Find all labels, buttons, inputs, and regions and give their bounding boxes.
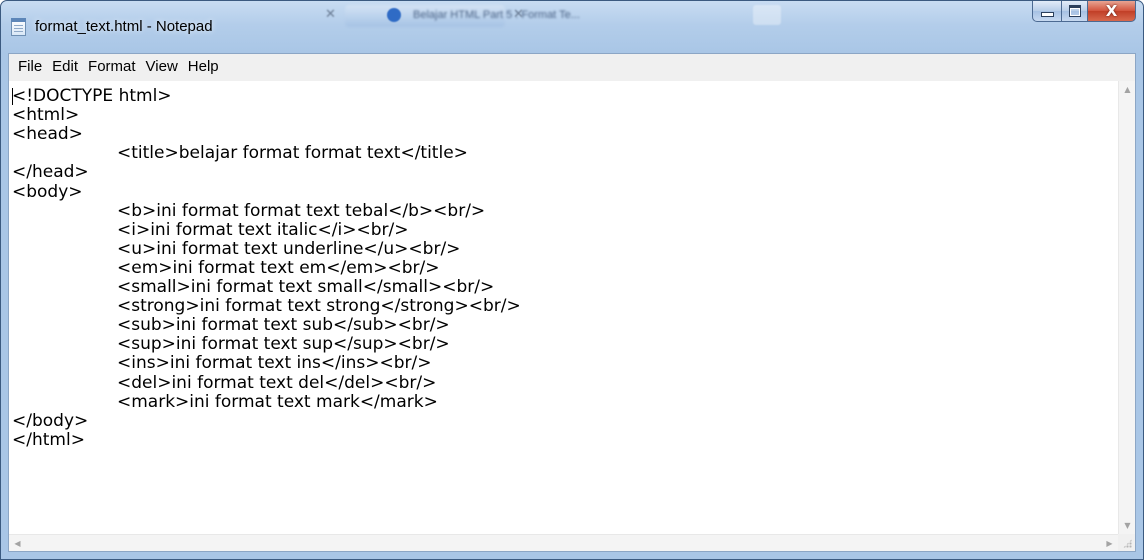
browser-favicon-icon [387, 8, 401, 22]
menu-help[interactable]: Help [183, 56, 224, 78]
window-title: format_text.html - Notepad [35, 18, 213, 35]
menu-file[interactable]: File [13, 56, 47, 78]
code-line: <sup>ini format text sup</sup><br/> [117, 334, 450, 355]
code-line: <sub>ini format text sub</sub><br/> [117, 315, 450, 336]
size-grip-icon[interactable] [1118, 534, 1135, 551]
code-line: <head> [12, 124, 83, 145]
code-line: <ins>ini format text ins</ins><br/> [117, 353, 432, 374]
notepad-window: format_text.html - Notepad ✕ Belajar HTM… [0, 0, 1144, 560]
notepad-icon [11, 18, 26, 36]
background-tab-close-icon: ✕ [513, 7, 524, 22]
notepad-client-area: File Edit Format View Help <!DOCTYPE htm… [8, 53, 1136, 552]
menu-edit[interactable]: Edit [47, 56, 83, 78]
code-line: <body> [12, 181, 83, 202]
code-line: <b>ini format format text tebal</b><br/> [117, 200, 486, 221]
code-line: <title>belajar format format text</title… [117, 143, 468, 164]
background-new-tab-icon [753, 5, 781, 25]
menu-format[interactable]: Format [83, 56, 141, 78]
vertical-scrollbar[interactable]: ▲ ▼ [1118, 81, 1135, 534]
close-button[interactable]: X [1088, 1, 1136, 22]
code-line: <html> [12, 105, 80, 126]
menu-view[interactable]: View [141, 56, 183, 78]
minimize-button[interactable] [1032, 1, 1061, 22]
minimize-icon [1040, 12, 1054, 17]
code-line: </html> [12, 429, 85, 450]
code-line: <small>ini format text small</small><br/… [117, 277, 495, 297]
code-line: <i>ini format text italic</i><br/> [117, 219, 409, 240]
code-line: <mark>ini format text mark</mark> [117, 391, 438, 412]
close-icon: X [1105, 2, 1118, 20]
scroll-left-arrow-icon[interactable]: ◀ [9, 535, 26, 552]
background-tab-title: Belajar HTML Part 5 : Format Te... [413, 9, 580, 21]
code-line: <strong>ini format text strong</strong><… [117, 296, 521, 317]
scroll-down-arrow-icon[interactable]: ▼ [1119, 517, 1136, 534]
maximize-icon [1068, 5, 1081, 17]
code-line: <u>ini format text underline</u><br/> [117, 238, 461, 259]
horizontal-scrollbar[interactable]: ◀ ▶ [9, 534, 1118, 551]
caption-buttons: X [1032, 1, 1136, 23]
menu-bar: File Edit Format View Help [9, 54, 1135, 81]
scroll-right-arrow-icon[interactable]: ▶ [1101, 535, 1118, 552]
title-bar[interactable]: format_text.html - Notepad ✕ Belajar HTM… [1, 1, 1143, 53]
maximize-button[interactable] [1061, 1, 1088, 22]
background-tab-close-icon: ✕ [325, 7, 336, 22]
code-line: </head> [12, 162, 89, 183]
code-line: <em>ini format text em</em><br/> [117, 257, 440, 278]
code-line: <del>ini format text del</del><br/> [117, 372, 437, 393]
code-line: </body> [12, 410, 89, 431]
code-line: <!DOCTYPE html> [12, 86, 172, 106]
scroll-up-arrow-icon[interactable]: ▲ [1119, 81, 1136, 98]
text-editor[interactable]: <!DOCTYPE html> <html> <head> <title>belaja… [9, 81, 1118, 534]
